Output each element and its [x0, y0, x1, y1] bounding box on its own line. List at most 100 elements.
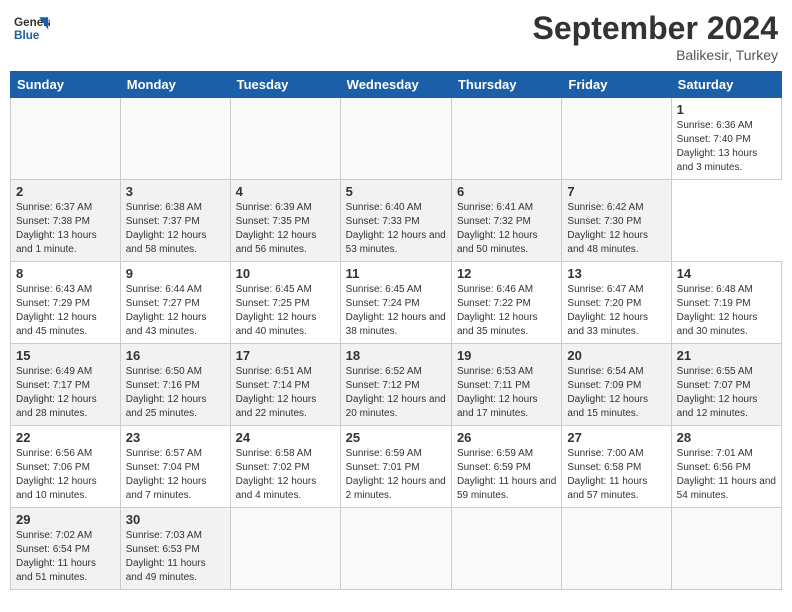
- day-info: Sunrise: 6:43 AM Sunset: 7:29 PM Dayligh…: [16, 283, 115, 339]
- sunrise-text: Sunrise: 6:54 AM: [567, 366, 643, 377]
- day-number: 28: [677, 430, 776, 445]
- table-row: 22 Sunrise: 6:56 AM Sunset: 7:06 PM Dayl…: [11, 426, 121, 508]
- calendar-week-row: 15 Sunrise: 6:49 AM Sunset: 7:17 PM Dayl…: [11, 344, 782, 426]
- table-row: 11 Sunrise: 6:45 AM Sunset: 7:24 PM Dayl…: [340, 262, 451, 344]
- day-number: 9: [126, 266, 225, 281]
- day-number: 1: [677, 102, 776, 117]
- day-info: Sunrise: 6:59 AM Sunset: 6:59 PM Dayligh…: [457, 447, 556, 503]
- table-row: [451, 508, 561, 590]
- day-info: Sunrise: 6:48 AM Sunset: 7:19 PM Dayligh…: [677, 283, 776, 339]
- table-row: 13 Sunrise: 6:47 AM Sunset: 7:20 PM Dayl…: [562, 262, 671, 344]
- table-row: 25 Sunrise: 6:59 AM Sunset: 7:01 PM Dayl…: [340, 426, 451, 508]
- day-number: 4: [236, 184, 335, 199]
- table-row: 14 Sunrise: 6:48 AM Sunset: 7:19 PM Dayl…: [671, 262, 781, 344]
- sunrise-text: Sunrise: 6:59 AM: [457, 448, 533, 459]
- day-number: 30: [126, 512, 225, 527]
- sunset-text: Sunset: 7:01 PM: [346, 462, 420, 473]
- sunset-text: Sunset: 7:20 PM: [567, 298, 641, 309]
- daylight-text: Daylight: 12 hours and 33 minutes.: [567, 312, 648, 337]
- daylight-text: Daylight: 12 hours and 48 minutes.: [567, 230, 648, 255]
- day-info: Sunrise: 6:44 AM Sunset: 7:27 PM Dayligh…: [126, 283, 225, 339]
- sunset-text: Sunset: 7:06 PM: [16, 462, 90, 473]
- table-row: 21 Sunrise: 6:55 AM Sunset: 7:07 PM Dayl…: [671, 344, 781, 426]
- sunset-text: Sunset: 7:32 PM: [457, 216, 531, 227]
- day-number: 25: [346, 430, 446, 445]
- table-row: [671, 508, 781, 590]
- table-row: 3 Sunrise: 6:38 AM Sunset: 7:37 PM Dayli…: [120, 180, 230, 262]
- table-row: 27 Sunrise: 7:00 AM Sunset: 6:58 PM Dayl…: [562, 426, 671, 508]
- table-row: 26 Sunrise: 6:59 AM Sunset: 6:59 PM Dayl…: [451, 426, 561, 508]
- daylight-text: Daylight: 12 hours and 25 minutes.: [126, 394, 207, 419]
- table-row: 15 Sunrise: 6:49 AM Sunset: 7:17 PM Dayl…: [11, 344, 121, 426]
- table-row: 29 Sunrise: 7:02 AM Sunset: 6:54 PM Dayl…: [11, 508, 121, 590]
- day-number: 18: [346, 348, 446, 363]
- table-row: 1 Sunrise: 6:36 AM Sunset: 7:40 PM Dayli…: [671, 98, 781, 180]
- logo-icon: General Blue: [14, 10, 50, 46]
- sunset-text: Sunset: 7:24 PM: [346, 298, 420, 309]
- sunset-text: Sunset: 7:29 PM: [16, 298, 90, 309]
- col-monday: Monday: [120, 72, 230, 98]
- sunset-text: Sunset: 7:14 PM: [236, 380, 310, 391]
- day-number: 7: [567, 184, 665, 199]
- day-info: Sunrise: 6:45 AM Sunset: 7:24 PM Dayligh…: [346, 283, 446, 339]
- day-number: 23: [126, 430, 225, 445]
- sunset-text: Sunset: 7:33 PM: [346, 216, 420, 227]
- table-row: 20 Sunrise: 6:54 AM Sunset: 7:09 PM Dayl…: [562, 344, 671, 426]
- col-sunday: Sunday: [11, 72, 121, 98]
- sunrise-text: Sunrise: 6:47 AM: [567, 284, 643, 295]
- day-info: Sunrise: 6:47 AM Sunset: 7:20 PM Dayligh…: [567, 283, 665, 339]
- table-row: [11, 98, 121, 180]
- day-info: Sunrise: 6:45 AM Sunset: 7:25 PM Dayligh…: [236, 283, 335, 339]
- table-row: 10 Sunrise: 6:45 AM Sunset: 7:25 PM Dayl…: [230, 262, 340, 344]
- daylight-text: Daylight: 12 hours and 12 minutes.: [677, 394, 758, 419]
- day-number: 27: [567, 430, 665, 445]
- day-info: Sunrise: 7:02 AM Sunset: 6:54 PM Dayligh…: [16, 529, 115, 585]
- sunrise-text: Sunrise: 6:42 AM: [567, 202, 643, 213]
- sunrise-text: Sunrise: 6:44 AM: [126, 284, 202, 295]
- table-row: [120, 98, 230, 180]
- table-row: 9 Sunrise: 6:44 AM Sunset: 7:27 PM Dayli…: [120, 262, 230, 344]
- day-info: Sunrise: 7:01 AM Sunset: 6:56 PM Dayligh…: [677, 447, 776, 503]
- sunset-text: Sunset: 6:53 PM: [126, 544, 200, 555]
- daylight-text: Daylight: 12 hours and 58 minutes.: [126, 230, 207, 255]
- sunrise-text: Sunrise: 6:38 AM: [126, 202, 202, 213]
- table-row: 5 Sunrise: 6:40 AM Sunset: 7:33 PM Dayli…: [340, 180, 451, 262]
- table-row: 30 Sunrise: 7:03 AM Sunset: 6:53 PM Dayl…: [120, 508, 230, 590]
- daylight-text: Daylight: 11 hours and 49 minutes.: [126, 558, 206, 583]
- day-number: 29: [16, 512, 115, 527]
- day-number: 22: [16, 430, 115, 445]
- sunrise-text: Sunrise: 6:55 AM: [677, 366, 753, 377]
- col-thursday: Thursday: [451, 72, 561, 98]
- sunrise-text: Sunrise: 6:37 AM: [16, 202, 92, 213]
- sunset-text: Sunset: 7:07 PM: [677, 380, 751, 391]
- day-info: Sunrise: 6:55 AM Sunset: 7:07 PM Dayligh…: [677, 365, 776, 421]
- table-row: 12 Sunrise: 6:46 AM Sunset: 7:22 PM Dayl…: [451, 262, 561, 344]
- sunrise-text: Sunrise: 6:58 AM: [236, 448, 312, 459]
- day-info: Sunrise: 6:56 AM Sunset: 7:06 PM Dayligh…: [16, 447, 115, 503]
- day-info: Sunrise: 6:58 AM Sunset: 7:02 PM Dayligh…: [236, 447, 335, 503]
- table-row: 23 Sunrise: 6:57 AM Sunset: 7:04 PM Dayl…: [120, 426, 230, 508]
- day-info: Sunrise: 6:46 AM Sunset: 7:22 PM Dayligh…: [457, 283, 556, 339]
- day-number: 21: [677, 348, 776, 363]
- calendar-header-row: Sunday Monday Tuesday Wednesday Thursday…: [11, 72, 782, 98]
- daylight-text: Daylight: 12 hours and 40 minutes.: [236, 312, 317, 337]
- sunset-text: Sunset: 7:16 PM: [126, 380, 200, 391]
- table-row: 6 Sunrise: 6:41 AM Sunset: 7:32 PM Dayli…: [451, 180, 561, 262]
- sunrise-text: Sunrise: 6:50 AM: [126, 366, 202, 377]
- day-info: Sunrise: 6:59 AM Sunset: 7:01 PM Dayligh…: [346, 447, 446, 503]
- day-info: Sunrise: 6:53 AM Sunset: 7:11 PM Dayligh…: [457, 365, 556, 421]
- day-info: Sunrise: 6:41 AM Sunset: 7:32 PM Dayligh…: [457, 201, 556, 257]
- table-row: [230, 508, 340, 590]
- daylight-text: Daylight: 12 hours and 2 minutes.: [346, 476, 446, 501]
- sunset-text: Sunset: 7:12 PM: [346, 380, 420, 391]
- day-info: Sunrise: 6:38 AM Sunset: 7:37 PM Dayligh…: [126, 201, 225, 257]
- day-number: 13: [567, 266, 665, 281]
- sunrise-text: Sunrise: 6:59 AM: [346, 448, 422, 459]
- daylight-text: Daylight: 12 hours and 50 minutes.: [457, 230, 538, 255]
- daylight-text: Daylight: 12 hours and 15 minutes.: [567, 394, 648, 419]
- svg-text:Blue: Blue: [14, 29, 40, 42]
- sunset-text: Sunset: 7:19 PM: [677, 298, 751, 309]
- daylight-text: Daylight: 12 hours and 38 minutes.: [346, 312, 446, 337]
- calendar-week-row: 8 Sunrise: 6:43 AM Sunset: 7:29 PM Dayli…: [11, 262, 782, 344]
- daylight-text: Daylight: 12 hours and 53 minutes.: [346, 230, 446, 255]
